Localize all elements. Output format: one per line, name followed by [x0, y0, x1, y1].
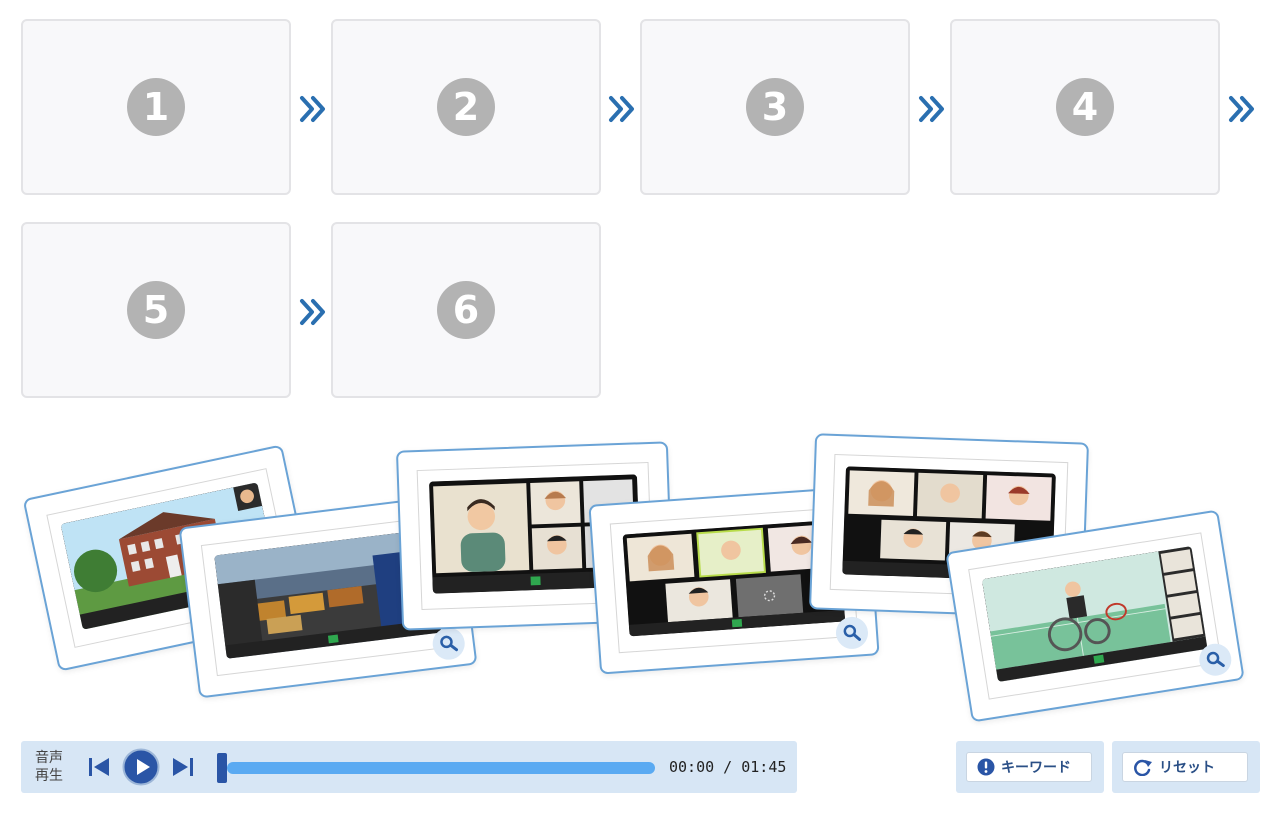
slot-number-5: 5: [127, 281, 185, 339]
audio-player-label: 音声 再生: [35, 749, 63, 785]
audio-label-line2: 再生: [35, 768, 63, 784]
double-chevron-right-icon: [609, 96, 634, 122]
slot-number-1: 1: [127, 78, 185, 136]
audio-label-line1: 音声: [35, 750, 63, 766]
zoom-icon[interactable]: [834, 615, 870, 650]
double-chevron-right-icon: [300, 299, 325, 325]
slot-number-3: 3: [746, 78, 804, 136]
answer-slot-5[interactable]: 5: [21, 222, 291, 398]
answer-slot-3[interactable]: 3: [640, 19, 910, 195]
reset-button[interactable]: リセット: [1122, 752, 1248, 782]
audio-progress-handle[interactable]: [217, 753, 227, 783]
answer-slot-1[interactable]: 1: [21, 19, 291, 195]
skip-forward-icon[interactable]: [171, 755, 195, 779]
answer-slot-4[interactable]: 4: [950, 19, 1220, 195]
reset-button-label: リセット: [1159, 760, 1215, 776]
slot-number-4: 4: [1056, 78, 1114, 136]
answer-slot-6[interactable]: 6: [331, 222, 601, 398]
slot-number-2: 2: [437, 78, 495, 136]
double-chevron-right-icon: [300, 96, 325, 122]
play-button[interactable]: [122, 748, 160, 786]
double-chevron-right-icon: [919, 96, 944, 122]
audio-progress-bar[interactable]: [227, 762, 655, 774]
slot-number-6: 6: [437, 281, 495, 339]
audio-player: 音声 再生 00:00 / 01:45: [21, 741, 797, 793]
exclamation-icon: [977, 758, 995, 776]
skip-back-icon[interactable]: [87, 755, 111, 779]
double-chevron-right-icon: [1229, 96, 1254, 122]
reset-button-area: リセット: [1112, 741, 1260, 793]
keyword-button[interactable]: キーワード: [966, 752, 1092, 782]
keyword-button-label: キーワード: [1001, 760, 1071, 776]
keyword-button-area: キーワード: [956, 741, 1104, 793]
reset-icon: [1134, 759, 1152, 776]
answer-slot-2[interactable]: 2: [331, 19, 601, 195]
audio-time: 00:00 / 01:45: [669, 758, 787, 776]
